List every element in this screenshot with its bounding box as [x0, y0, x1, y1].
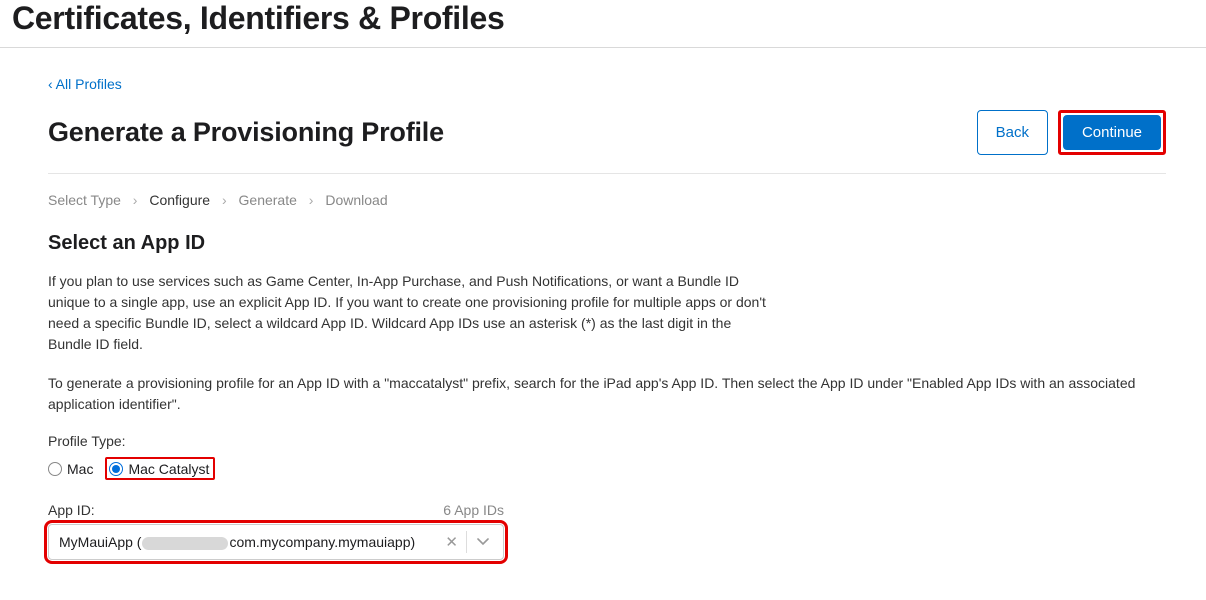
- app-id-selected-value: MyMauiApp ( com.mycompany.mymauiapp): [59, 534, 437, 550]
- dropdown-icons: ✕: [437, 531, 495, 553]
- wizard-steps: Select Type › Configure › Generate › Dow…: [48, 174, 1166, 232]
- app-id-dropdown-wrap: MyMauiApp ( com.mycompany.mymauiapp) ✕: [48, 524, 1166, 560]
- description-para-1: If you plan to use services such as Game…: [48, 271, 768, 355]
- back-button[interactable]: Back: [977, 110, 1048, 155]
- app-id-label: App ID:: [48, 502, 95, 518]
- section-heading: Select an App ID: [48, 232, 1166, 255]
- chevron-down-icon[interactable]: [467, 538, 495, 546]
- wizard-title: Generate a Provisioning Profile: [48, 117, 444, 148]
- app-id-count: 6 App IDs: [443, 502, 504, 518]
- title-row: Generate a Provisioning Profile Back Con…: [48, 110, 1166, 174]
- chevron-left-icon: ‹: [48, 76, 53, 92]
- radio-mac-label: Mac: [67, 461, 93, 477]
- continue-highlight: Continue: [1058, 110, 1166, 155]
- continue-button[interactable]: Continue: [1063, 115, 1161, 150]
- chevron-right-icon: ›: [214, 192, 235, 208]
- mac-catalyst-highlight: Mac Catalyst: [105, 457, 215, 480]
- clear-icon[interactable]: ✕: [437, 533, 466, 551]
- step-select-type: Select Type: [48, 192, 121, 208]
- action-buttons: Back Continue: [977, 110, 1166, 155]
- breadcrumb: ‹All Profiles: [48, 76, 1166, 92]
- page-title: Certificates, Identifiers & Profiles: [12, 0, 1194, 37]
- chevron-right-icon: ›: [301, 192, 322, 208]
- radio-mac[interactable]: Mac: [48, 461, 93, 477]
- profile-type-group: Mac Mac Catalyst: [48, 457, 1166, 480]
- description-para-2: To generate a provisioning profile for a…: [48, 373, 1166, 415]
- radio-mac-catalyst-label: Mac Catalyst: [128, 461, 209, 477]
- app-id-suffix: com.mycompany.mymauiapp): [229, 534, 415, 550]
- radio-checked-icon: [109, 462, 123, 476]
- step-configure: Configure: [149, 192, 210, 208]
- radio-mac-catalyst[interactable]: Mac Catalyst: [109, 461, 209, 477]
- back-link-label: All Profiles: [56, 76, 122, 92]
- step-download: Download: [325, 192, 387, 208]
- app-id-dropdown[interactable]: MyMauiApp ( com.mycompany.mymauiapp) ✕: [48, 524, 504, 560]
- radio-unchecked-icon: [48, 462, 62, 476]
- content-area: ‹All Profiles Generate a Provisioning Pr…: [0, 48, 1206, 600]
- step-generate: Generate: [239, 192, 297, 208]
- profile-type-label: Profile Type:: [48, 433, 1166, 449]
- app-id-header: App ID: 6 App IDs: [48, 502, 504, 518]
- chevron-right-icon: ›: [125, 192, 146, 208]
- page-header: Certificates, Identifiers & Profiles: [0, 0, 1206, 48]
- redacted-team-id: [142, 537, 228, 550]
- back-link[interactable]: ‹All Profiles: [48, 76, 122, 92]
- app-id-prefix: MyMauiApp (: [59, 534, 141, 550]
